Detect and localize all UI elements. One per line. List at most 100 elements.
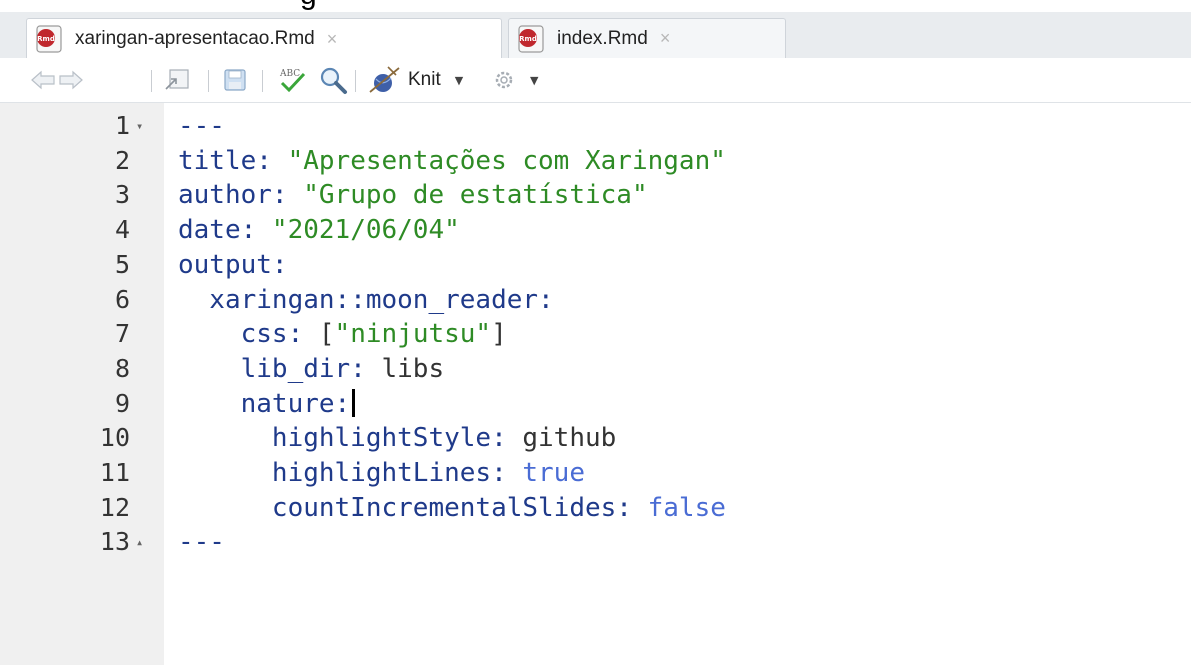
- line-number: 2: [114, 145, 130, 175]
- code-line[interactable]: 2 title: "Apresentações com Xaringan": [0, 144, 1191, 178]
- save-button[interactable]: [222, 58, 248, 102]
- code-token: [: [318, 319, 335, 350]
- toolbar-divider: [151, 70, 152, 92]
- code-token: true: [522, 458, 585, 488]
- code-token: github: [522, 423, 617, 454]
- code-line[interactable]: 6 xaringan::moon_reader:: [0, 283, 1191, 317]
- line-number: 13: [99, 527, 130, 557]
- line-number: 10: [99, 423, 130, 453]
- code-text: nature:: [178, 387, 356, 421]
- code-token: output:: [178, 249, 288, 280]
- tab-xaringan-apresentacao[interactable]: Rmd xaringan-apresentacao.Rmd ×: [26, 18, 502, 59]
- close-tab-icon[interactable]: ×: [660, 28, 671, 49]
- line-number: 6: [114, 284, 130, 314]
- code-line[interactable]: 1 ▾ ---: [0, 109, 1191, 143]
- code-text: ---: [178, 525, 225, 559]
- line-number: 8: [114, 353, 130, 383]
- forward-button[interactable]: [58, 58, 84, 102]
- code-token: title:: [178, 145, 288, 176]
- line-number: 9: [114, 388, 130, 418]
- line-number: 12: [99, 492, 130, 522]
- code-token: "Grupo de estatística": [303, 180, 648, 211]
- rmd-file-icon: Rmd: [36, 25, 62, 53]
- line-number: 5: [114, 249, 130, 279]
- code-token: countIncrementalSlides:: [178, 492, 648, 523]
- code-text: highlightLines: true: [178, 456, 585, 490]
- code-text: css: ["ninjutsu"]: [178, 317, 507, 351]
- close-tab-icon[interactable]: ×: [327, 29, 338, 50]
- knit-icon: [369, 66, 400, 93]
- svg-text:Rmd: Rmd: [519, 35, 537, 43]
- code-token: highlightStyle:: [178, 423, 523, 454]
- code-line[interactable]: 4 date: "2021/06/04": [0, 213, 1191, 247]
- back-arrow-icon: [31, 70, 55, 90]
- spellcheck-icon: ABC: [279, 69, 306, 93]
- knit-label: Knit: [408, 69, 441, 90]
- code-token: author:: [178, 180, 304, 211]
- save-icon: [224, 69, 246, 91]
- code-token: "Apresentações com Xaringan": [287, 145, 726, 176]
- editor-toolbar: ABC Knit ▼ ▼: [0, 58, 1191, 103]
- svg-text:ABC: ABC: [279, 69, 300, 79]
- code-text: ---: [178, 109, 225, 143]
- code-line[interactable]: 9 nature:: [0, 387, 1191, 421]
- editor-tab-bar: Rmd xaringan-apresentacao.Rmd × Rmd inde…: [0, 12, 1191, 59]
- code-text: countIncrementalSlides: false: [178, 491, 726, 525]
- code-token: libs: [381, 353, 445, 384]
- code-token: "2021/06/04": [271, 215, 460, 246]
- code-token: nature:: [178, 388, 351, 419]
- tab-label: xaringan-apresentacao.Rmd: [75, 28, 315, 49]
- code-token: xaringan::moon_reader:: [178, 284, 554, 315]
- code-line[interactable]: 10 highlightStyle: github: [0, 421, 1191, 455]
- code-token: lib_dir:: [178, 353, 382, 384]
- fold-toggle-icon[interactable]: ▴: [136, 525, 143, 559]
- rmd-file-icon: Rmd: [518, 24, 544, 53]
- code-line[interactable]: 11 highlightLines: true: [0, 456, 1191, 490]
- code-editor[interactable]: 1 ▾ --- 2 title: "Apresentações com Xaringan…: [0, 103, 1191, 665]
- code-token: ---: [178, 111, 225, 141]
- code-line[interactable]: 12 countIncrementalSlides: false: [0, 491, 1191, 525]
- code-text: lib_dir: libs: [178, 352, 445, 386]
- line-number: 11: [99, 458, 130, 487]
- svg-text:Rmd: Rmd: [37, 35, 55, 43]
- chevron-down-icon[interactable]: ▼: [455, 74, 463, 87]
- code-token: css:: [178, 319, 319, 350]
- settings-gear-icon: [495, 71, 513, 89]
- code-text: highlightStyle: github: [178, 421, 616, 455]
- code-text: author: "Grupo de estatística": [178, 178, 648, 212]
- window-title-fragment: g: [0, 0, 1191, 12]
- text-cursor: [352, 388, 356, 417]
- document-options-button[interactable]: ▼: [492, 58, 538, 102]
- show-in-new-window-button[interactable]: [162, 58, 192, 102]
- code-token: date:: [178, 215, 272, 246]
- code-token: false: [647, 492, 726, 523]
- code-text: xaringan::moon_reader:: [178, 283, 554, 317]
- find-replace-button[interactable]: [318, 58, 348, 102]
- toolbar-divider: [208, 70, 209, 92]
- back-button[interactable]: [30, 58, 56, 102]
- code-text: output:: [178, 248, 288, 282]
- code-line[interactable]: 8 lib_dir: libs: [0, 352, 1191, 386]
- spellcheck-button[interactable]: ABC: [276, 58, 310, 102]
- tab-index[interactable]: Rmd index.Rmd ×: [508, 18, 786, 58]
- code-line[interactable]: 5 output:: [0, 248, 1191, 282]
- code-line[interactable]: 3 author: "Grupo de estatística": [0, 178, 1191, 212]
- toolbar-divider: [262, 70, 263, 92]
- code-token: "ninjutsu": [334, 319, 492, 350]
- tab-label: index.Rmd: [557, 27, 648, 49]
- knit-button[interactable]: Knit ▼: [366, 58, 463, 102]
- code-text: title: "Apresentações com Xaringan": [178, 144, 726, 178]
- fold-toggle-icon[interactable]: ▾: [136, 109, 143, 143]
- chevron-down-icon[interactable]: ▼: [530, 74, 538, 87]
- code-text: date: "2021/06/04": [178, 213, 460, 247]
- code-line[interactable]: 7 css: ["ninjutsu"]: [0, 317, 1191, 351]
- forward-arrow-icon: [59, 70, 83, 90]
- search-icon: [320, 67, 347, 94]
- code-token: highlightLines:: [178, 458, 523, 488]
- show-in-window-icon: [165, 69, 189, 90]
- code-line[interactable]: 13 ▴ ---: [0, 525, 1191, 559]
- code-token: ---: [178, 527, 225, 558]
- line-number: 4: [114, 215, 130, 245]
- code-token: ]: [491, 319, 507, 350]
- line-number: 7: [114, 319, 130, 349]
